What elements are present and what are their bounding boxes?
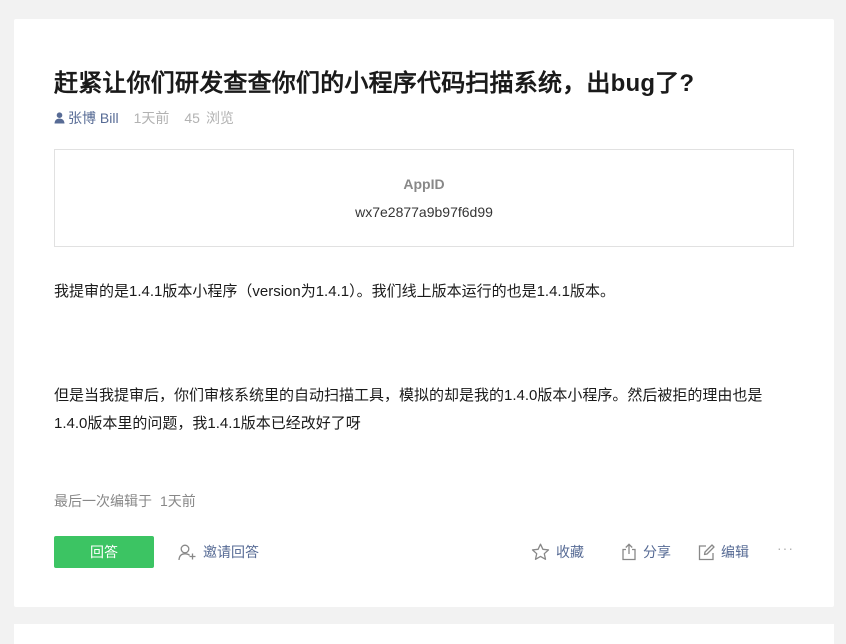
- author-name: 张博 Bill: [68, 110, 119, 126]
- invite-answer-label: 邀请回答: [203, 544, 259, 560]
- share-button[interactable]: 分享: [621, 542, 671, 562]
- appid-value: wx7e2877a9b97f6d99: [355, 204, 493, 220]
- body-paragraph-2: 但是当我提审后，你们审核系统里的自动扫描工具，模拟的却是我的1.4.0版本小程序…: [54, 387, 763, 432]
- user-icon: [54, 112, 65, 124]
- appid-box: AppID wx7e2877a9b97f6d99: [54, 149, 794, 247]
- next-card: [14, 624, 834, 644]
- favorite-button[interactable]: 收藏: [531, 542, 584, 562]
- view-count-number: 45: [184, 110, 200, 126]
- appid-label: AppID: [403, 176, 445, 192]
- post-meta: 张博 Bill 1天前 45 浏览: [54, 108, 234, 128]
- last-edit-info: 最后一次编辑于 1天前: [54, 491, 196, 511]
- last-edit-time: 1天前: [160, 493, 196, 509]
- invite-answer-button[interactable]: 邀请回答: [178, 542, 259, 562]
- action-bar: 回答 邀请回答 收藏 分享 编辑 ···: [54, 536, 794, 568]
- body-paragraph-1: 我提审的是1.4.1版本小程序（version为1.4.1）。我们线上版本运行的…: [54, 283, 615, 300]
- share-icon: [622, 543, 636, 561]
- favorite-label: 收藏: [556, 544, 584, 560]
- edit-button[interactable]: 编辑: [698, 542, 749, 562]
- post-title: 赶紧让你们研发查查你们的小程序代码扫描系统，出bug了?: [54, 70, 695, 97]
- view-count: 45 浏览: [184, 108, 234, 128]
- edit-icon: [698, 543, 715, 560]
- post-card: 赶紧让你们研发查查你们的小程序代码扫描系统，出bug了? 张博 Bill 1天前…: [14, 19, 834, 607]
- view-count-label: 浏览: [205, 110, 234, 126]
- answer-button[interactable]: 回答: [54, 536, 154, 568]
- edit-label: 编辑: [721, 544, 749, 560]
- invite-user-icon: [178, 544, 196, 560]
- last-edit-label: 最后一次编辑于: [54, 493, 152, 509]
- author-link[interactable]: 张博 Bill: [54, 108, 119, 128]
- post-time: 1天前: [133, 110, 170, 126]
- share-label: 分享: [643, 544, 671, 560]
- star-icon: [531, 543, 550, 560]
- more-options-button[interactable]: ···: [777, 540, 794, 556]
